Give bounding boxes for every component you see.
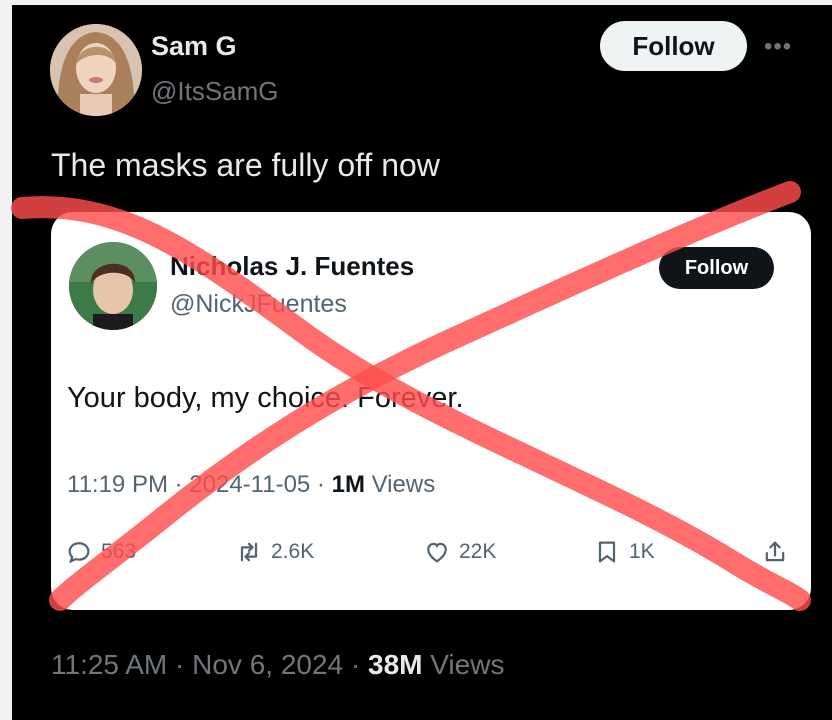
quoted-author-name[interactable]: Nicholas J. Fuentes	[170, 251, 414, 282]
outer-avatar[interactable]	[50, 24, 142, 116]
outer-author-name[interactable]: Sam G	[151, 31, 237, 62]
quoted-time[interactable]: 11:19 PM	[67, 471, 168, 498]
outer-avatar-image	[50, 24, 142, 116]
quoted-views-label: Views	[364, 471, 436, 498]
like-count: 22K	[459, 540, 497, 563]
outer-tweet: Sam G @ItsSamG Follow ••• The masks are …	[12, 5, 832, 720]
heart-icon	[427, 542, 447, 563]
outer-tweet-meta: 11:25 AM · Nov 6, 2024 · 38M Views	[51, 649, 504, 681]
outer-tweet-text: The masks are fully off now	[51, 147, 440, 183]
quoted-avatar-image	[69, 242, 157, 330]
share-button[interactable]	[761, 532, 797, 572]
like-button[interactable]: 22K	[423, 532, 496, 572]
bookmark-button[interactable]: 1K	[593, 532, 655, 572]
bookmark-icon	[598, 541, 616, 563]
quoted-tweet-card[interactable]: Nicholas J. Fuentes @NickJFuentes Follow…	[51, 212, 811, 610]
quoted-tweet-meta: 11:19 PM · 2024-11-05 · 1M Views	[67, 471, 435, 499]
reply-count: 563	[101, 540, 137, 563]
outer-date[interactable]: Nov 6, 2024	[192, 649, 343, 680]
quoted-avatar[interactable]	[69, 242, 157, 330]
quoted-author-handle[interactable]: @NickJFuentes	[170, 290, 347, 319]
repost-icon	[240, 542, 258, 562]
quoted-tweet-text: Your body, my choice. Forever.	[67, 382, 464, 414]
outer-time[interactable]: 11:25 AM	[51, 649, 167, 680]
more-dots-icon[interactable]: •••	[764, 33, 792, 61]
quoted-views-count: 1M	[331, 471, 365, 498]
reply-button[interactable]: 563	[65, 532, 136, 572]
meta-separator: ·	[343, 649, 369, 680]
reply-icon	[68, 542, 90, 564]
repost-button[interactable]: 2.6K	[235, 532, 314, 572]
repost-count: 2.6K	[271, 540, 315, 563]
outer-follow-button[interactable]: Follow	[600, 21, 747, 71]
meta-separator: ·	[310, 471, 332, 498]
quoted-follow-button[interactable]: Follow	[659, 247, 774, 289]
outer-views-label: Views	[422, 649, 505, 680]
quoted-date[interactable]: 2024-11-05	[189, 471, 310, 498]
bookmark-count: 1K	[629, 540, 655, 563]
meta-separator: ·	[167, 471, 190, 498]
outer-views-count: 38M	[368, 649, 423, 680]
outer-author-handle[interactable]: @ItsSamG	[151, 76, 279, 107]
quoted-action-bar: 563 2.6K 22K 1K	[51, 532, 811, 572]
share-icon	[765, 541, 785, 562]
meta-separator: ·	[167, 649, 193, 680]
